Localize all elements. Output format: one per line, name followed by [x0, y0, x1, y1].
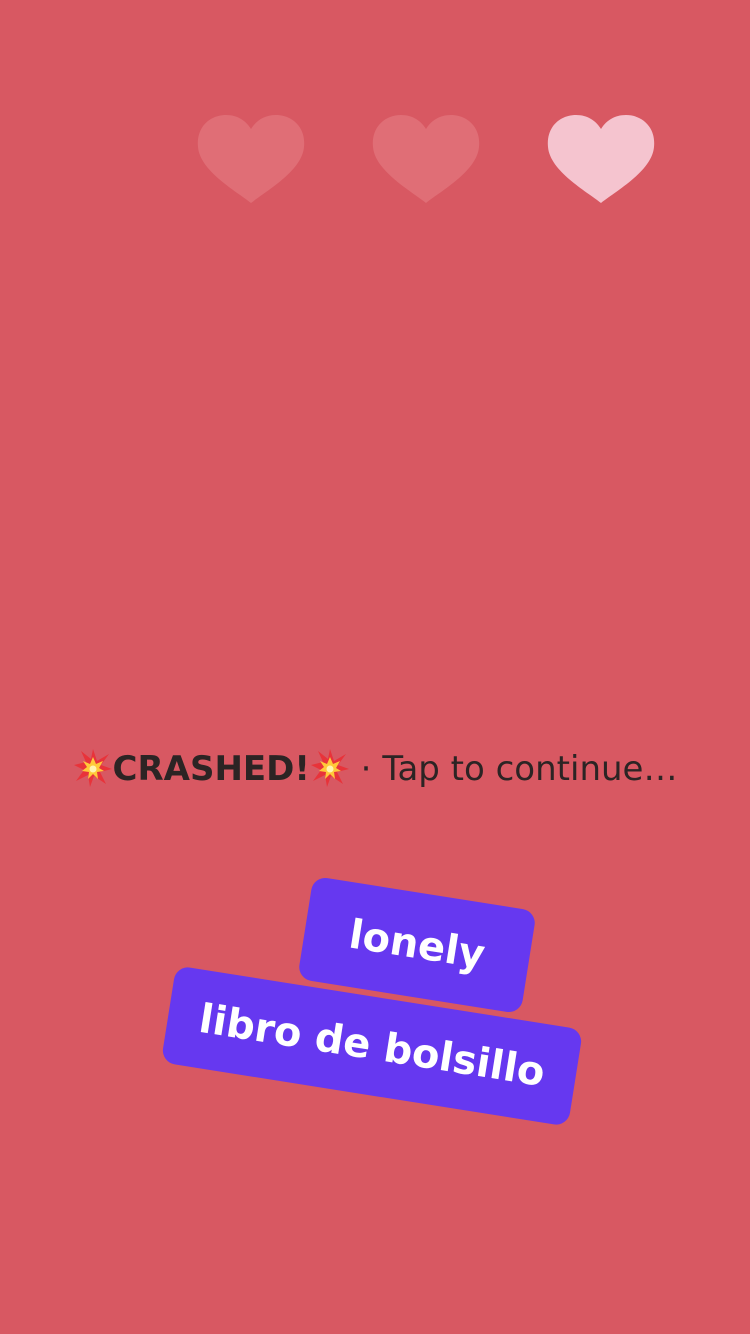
- crash-status-message[interactable]: CRASHED! · Tap to continue…: [0, 746, 750, 792]
- word-card-label: libro de bolsillo: [195, 995, 549, 1097]
- crash-label: CRASHED!: [112, 749, 310, 789]
- collision-icon: [310, 748, 350, 788]
- status-separator: ·: [349, 749, 383, 789]
- heart-icon-active: [546, 113, 656, 205]
- lives-display: [196, 113, 656, 205]
- heart-icon-lost: [196, 113, 306, 205]
- word-card-label: lonely: [345, 911, 489, 979]
- collision-icon: [73, 748, 113, 788]
- tap-to-continue-label: Tap to continue…: [382, 749, 678, 789]
- heart-icon-lost: [371, 113, 481, 205]
